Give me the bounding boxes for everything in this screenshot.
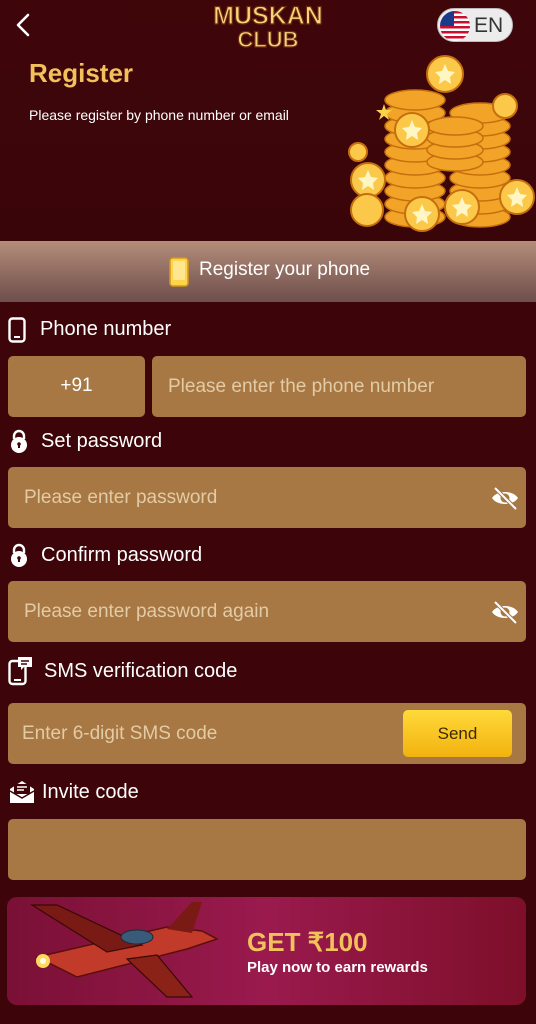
phone-number-field[interactable] xyxy=(152,356,526,417)
envelope-icon xyxy=(9,781,35,803)
invite-code-input[interactable] xyxy=(8,819,526,880)
password-input[interactable] xyxy=(8,467,526,528)
password-field[interactable] xyxy=(8,467,526,528)
country-code-value: +91 xyxy=(60,375,93,396)
header: MUSKAN CLUB EN Register Please register … xyxy=(0,0,536,240)
promo-amount: GET ₹100 xyxy=(247,927,368,957)
us-flag-icon xyxy=(440,11,470,41)
jet-plane-illustration xyxy=(29,902,219,998)
phone-icon xyxy=(8,317,26,343)
language-label: EN xyxy=(474,14,504,37)
phone-number-label: Phone number xyxy=(40,318,172,340)
coin-stack-illustration xyxy=(348,55,535,232)
send-code-button[interactable]: Send xyxy=(403,710,512,757)
smartphone-icon xyxy=(169,257,189,287)
phone-number-input[interactable] xyxy=(152,356,526,417)
confirm-password-input[interactable] xyxy=(8,581,526,642)
eye-off-icon[interactable] xyxy=(490,598,520,626)
eye-off-icon[interactable] xyxy=(490,484,520,512)
back-arrow-icon[interactable] xyxy=(10,10,40,40)
sms-phone-icon xyxy=(8,657,32,686)
country-code-selector[interactable]: +91 xyxy=(8,356,145,417)
page-title: Register xyxy=(29,58,134,88)
invite-code-field[interactable] xyxy=(8,819,526,880)
confirm-password-field[interactable] xyxy=(8,581,526,642)
set-password-label: Set password xyxy=(41,430,163,452)
brand-logo: MUSKAN CLUB xyxy=(213,1,324,52)
sms-code-label: SMS verification code xyxy=(44,660,238,682)
lock-icon xyxy=(11,543,27,567)
tab-register-phone[interactable]: Register your phone xyxy=(0,241,536,302)
page-subtitle: Please register by phone number or email xyxy=(29,107,289,123)
brand-logo-line1: MUSKAN xyxy=(213,2,323,30)
tab-label: Register your phone xyxy=(199,259,371,280)
promo-banner[interactable]: GET ₹100 Play now to earn rewards xyxy=(7,897,526,1005)
confirm-password-label: Confirm password xyxy=(41,544,203,566)
invite-code-label: Invite code xyxy=(42,781,139,803)
language-selector[interactable]: EN xyxy=(437,8,513,42)
brand-logo-line2: CLUB xyxy=(237,27,298,52)
lock-icon xyxy=(11,429,27,453)
promo-text: Play now to earn rewards xyxy=(247,959,428,976)
